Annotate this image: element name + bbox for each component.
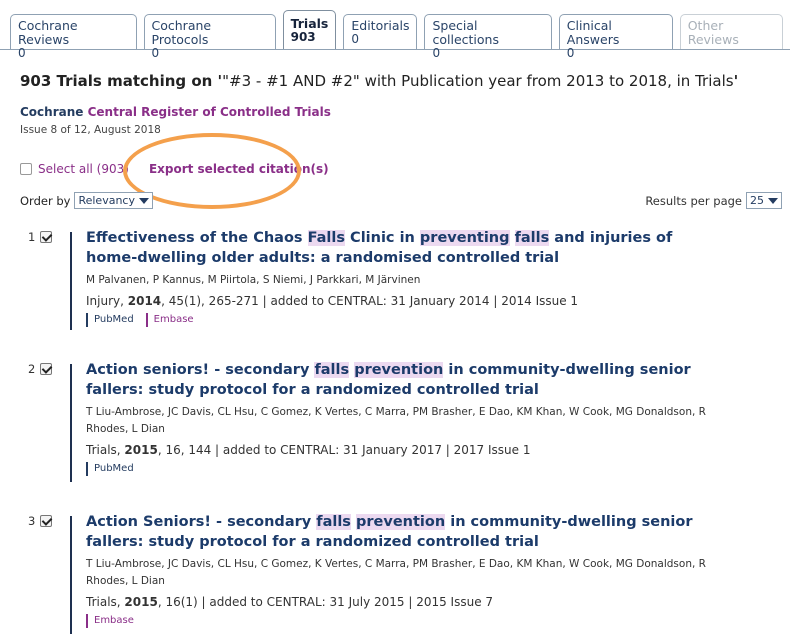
- title-text: Action seniors! - secondary: [86, 362, 315, 378]
- result-citation: Trials, 2015, 16, 144 | added to CENTRAL…: [86, 442, 726, 458]
- search-term-highlight: preventing: [419, 230, 510, 246]
- database-name: Cochrane Central Register of Controlled …: [20, 105, 331, 119]
- citation-journal: Injury,: [86, 294, 128, 308]
- search-term-highlight: Falls: [307, 230, 345, 246]
- tab-cochrane-protocols[interactable]: Cochrane Protocols 0: [143, 14, 276, 60]
- result-authors: T Liu-Ambrose, JC Davis, CL Hsu, C Gomez…: [86, 406, 706, 435]
- heading-query: "#3 - #1 AND #2" with Publication year f…: [222, 72, 734, 90]
- result-checkbox[interactable]: [40, 515, 53, 527]
- tab-count: 0: [432, 46, 441, 60]
- export-citations-link[interactable]: Export selected citation(s): [149, 162, 329, 176]
- results-per-page-control: Results per page 25: [645, 192, 782, 209]
- order-by-value: Relevancy: [78, 194, 135, 207]
- tab-label: Editorials: [351, 18, 410, 33]
- tab-clinical-answers[interactable]: Clinical Answers 0: [558, 14, 673, 60]
- results-heading: 903 Trials matching on '"#3 - #1 AND #2"…: [20, 72, 738, 90]
- result-checkbox[interactable]: [40, 363, 53, 375]
- result-number: 2: [28, 362, 36, 376]
- per-page-dropdown[interactable]: 25: [746, 192, 782, 209]
- tab-special-collections[interactable]: Special collections 0: [424, 14, 552, 60]
- per-page-label: Results per page: [645, 193, 742, 208]
- search-term-highlight: falls: [314, 362, 350, 378]
- embase-badge[interactable]: Embase: [145, 313, 200, 327]
- tab-count: 0: [566, 46, 575, 60]
- search-term-highlight: falls: [514, 230, 550, 246]
- tab-count: 0: [18, 46, 26, 60]
- result-authors: T Liu-Ambrose, JC Davis, CL Hsu, C Gomez…: [86, 558, 706, 587]
- result-sources: PubMed Embase: [86, 313, 726, 327]
- result-selector: 2: [28, 362, 53, 376]
- citation-year: 2014: [127, 294, 162, 308]
- select-all-checkbox[interactable]: [20, 163, 32, 175]
- citation-journal: Trials,: [86, 595, 125, 609]
- tab-count: 0: [351, 32, 359, 46]
- citation-details: , 45(1), 265-271 | added to CENTRAL: 31 …: [161, 294, 579, 308]
- result-checkbox[interactable]: [40, 231, 53, 243]
- result-number: 3: [28, 514, 36, 528]
- title-text: Action Seniors! - secondary: [86, 514, 317, 530]
- tab-editorials[interactable]: Editorials 0: [343, 14, 418, 49]
- chevron-down-icon: [138, 197, 149, 204]
- result-sources: Embase: [86, 614, 726, 628]
- title-text: Clinic in: [345, 230, 420, 246]
- tab-count: 903: [290, 30, 316, 44]
- title-text: Effectiveness of the Chaos: [86, 230, 308, 246]
- pubmed-badge[interactable]: PubMed: [86, 313, 140, 327]
- search-term-highlight: prevention: [354, 362, 444, 378]
- tab-label: Other Reviews: [687, 18, 739, 47]
- heading-prefix: 903 Trials matching on ': [20, 72, 223, 90]
- result-selector: 1: [28, 230, 53, 244]
- tab-label: Clinical Answers: [566, 18, 620, 47]
- citation-details: , 16, 144 | added to CENTRAL: 31 January…: [157, 443, 531, 457]
- result-selector: 3: [28, 514, 53, 528]
- order-by-dropdown[interactable]: Relevancy: [74, 192, 153, 209]
- result-title[interactable]: Action seniors! - secondary falls preven…: [86, 360, 726, 400]
- database-brand: Cochrane: [20, 105, 84, 119]
- tab-cochrane-reviews[interactable]: Cochrane Reviews 0: [10, 14, 137, 60]
- database-register-link[interactable]: Central Register of Controlled Trials: [88, 105, 331, 119]
- result-number: 1: [28, 230, 36, 244]
- result-bar: [70, 516, 72, 634]
- citation-journal: Trials,: [86, 443, 125, 457]
- select-all-label[interactable]: Select all (903): [38, 162, 129, 176]
- tab-label: Trials: [290, 16, 329, 31]
- title-text: [510, 230, 515, 246]
- search-term-highlight: prevention: [356, 514, 446, 530]
- selection-bar: Select all (903) Export selected citatio…: [20, 162, 329, 176]
- order-by-label: Order by: [20, 193, 71, 208]
- tab-label: Special collections: [432, 18, 499, 47]
- citation-year: 2015: [124, 595, 158, 609]
- tab-count: 0: [151, 46, 160, 60]
- tab-trials[interactable]: Trials 903: [282, 10, 337, 49]
- result-title[interactable]: Effectiveness of the Chaos Falls Clinic …: [86, 228, 726, 268]
- chevron-down-icon: [768, 197, 778, 204]
- result-citation: Trials, 2015, 16(1) | added to CENTRAL: …: [86, 594, 726, 610]
- heading-suffix: ': [733, 72, 739, 90]
- order-by-control: Order by Relevancy: [20, 192, 153, 209]
- result-title[interactable]: Action Seniors! - secondary falls preven…: [86, 512, 726, 552]
- tab-label: Cochrane Protocols: [151, 18, 212, 47]
- pubmed-badge[interactable]: PubMed: [86, 462, 140, 476]
- citation-year: 2015: [124, 443, 158, 457]
- database-issue: Issue 8 of 12, August 2018: [20, 124, 161, 136]
- result-sources: PubMed: [86, 462, 726, 476]
- tab-label: Cochrane Reviews: [18, 18, 78, 47]
- tab-other-reviews[interactable]: Other Reviews: [679, 14, 784, 49]
- result-authors: M Palvanen, P Kannus, M Piirtola, S Niem…: [86, 274, 421, 286]
- result-bar: [70, 232, 72, 330]
- embase-badge[interactable]: Embase: [86, 614, 140, 628]
- citation-details: , 16(1) | added to CENTRAL: 31 July 2015…: [157, 595, 494, 609]
- results-tabs: Cochrane Reviews 0 Cochrane Protocols 0 …: [10, 9, 790, 60]
- result-citation: Injury, 2014, 45(1), 265-271 | added to …: [86, 293, 726, 309]
- result-bar: [70, 364, 72, 482]
- per-page-value: 25: [750, 194, 764, 207]
- search-term-highlight: falls: [316, 514, 351, 530]
